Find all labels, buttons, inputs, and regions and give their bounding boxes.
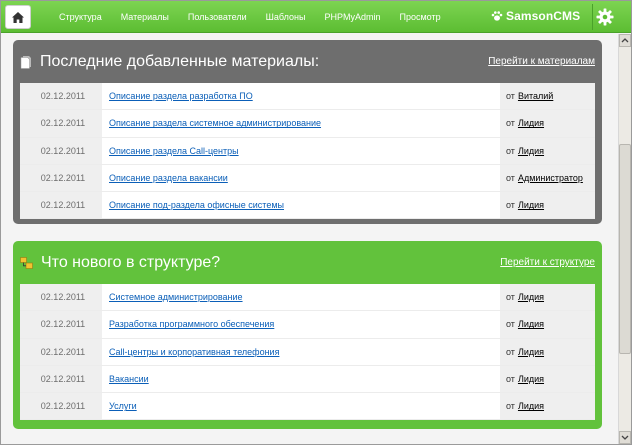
recent-materials-header: Последние добавленные материалы: Перейти…: [20, 40, 595, 83]
by-label: от: [506, 401, 515, 412]
material-link[interactable]: Описание раздела системное администриров…: [109, 118, 321, 128]
table-row: 02.12.2011 Вакансии от Лидия: [20, 365, 595, 394]
table-row: 02.12.2011 Разработка программного обесп…: [20, 311, 595, 339]
main-menu: Структура Материалы Пользователи Шаблоны…: [59, 1, 460, 33]
material-link[interactable]: Описание раздела разработка ПО: [109, 91, 253, 101]
author-link[interactable]: Лидия: [518, 118, 544, 128]
recent-materials-title: Последние добавленные материалы:: [40, 52, 320, 70]
author-link[interactable]: Виталий: [518, 91, 553, 101]
table-row: 02.12.2011 Описание раздела вакансии от А…: [20, 164, 595, 193]
row-date: 02.12.2011: [20, 83, 102, 110]
structure-news-table: 02.12.2011 Системное администрирование о…: [20, 284, 595, 421]
row-date: 02.12.2011: [20, 338, 102, 365]
by-label: от: [506, 145, 515, 156]
by-label: от: [506, 292, 515, 303]
structure-news-panel: Что нового в структуре? Перейти к структ…: [13, 241, 602, 429]
chevron-down-icon: [621, 435, 629, 440]
by-label: от: [506, 374, 515, 385]
row-date: 02.12.2011: [20, 137, 102, 164]
row-date: 02.12.2011: [20, 284, 102, 311]
structure-icon: [20, 256, 33, 269]
row-date: 02.12.2011: [20, 311, 102, 338]
top-navigation-bar: Структура Материалы Пользователи Шаблоны…: [1, 1, 631, 33]
material-link[interactable]: Описание раздела вакансии: [109, 173, 228, 183]
home-button[interactable]: [5, 5, 31, 29]
table-row: 02.12.2011 Описание раздела Call-центры …: [20, 137, 595, 165]
row-date: 02.12.2011: [20, 164, 102, 192]
author-link[interactable]: Лидия: [518, 374, 544, 384]
author-link[interactable]: Лидия: [518, 146, 544, 156]
table-row: 02.12.2011 Описание раздела системное ад…: [20, 110, 595, 138]
row-date: 02.12.2011: [20, 192, 102, 219]
by-label: от: [506, 319, 515, 330]
nav-item-phpmyadmin[interactable]: PHPMyAdmin: [324, 12, 380, 22]
settings-button[interactable]: [592, 4, 614, 30]
row-date: 02.12.2011: [20, 365, 102, 393]
table-row: 02.12.2011 Услуги от Лидия: [20, 393, 595, 421]
material-link[interactable]: Описание под-раздела офисные системы: [109, 200, 284, 210]
by-label: от: [506, 91, 515, 102]
material-link[interactable]: Описание раздела Call-центры: [109, 146, 239, 156]
nav-item-templates[interactable]: Шаблоны: [266, 12, 306, 22]
author-link[interactable]: Администратор: [518, 173, 583, 183]
table-row: 02.12.2011 Call-центры и корпоративная т…: [20, 338, 595, 366]
author-link[interactable]: Лидия: [518, 319, 544, 329]
home-icon: [12, 11, 24, 23]
go-to-structure-link[interactable]: Перейти к структуре: [500, 257, 595, 268]
structure-link[interactable]: Вакансии: [109, 374, 149, 384]
by-label: от: [506, 173, 515, 184]
by-label: от: [506, 118, 515, 129]
table-row: 02.12.2011 Системное администрирование о…: [20, 284, 595, 312]
row-date: 02.12.2011: [20, 110, 102, 137]
scroll-down-button[interactable]: [619, 431, 631, 444]
author-link[interactable]: Лидия: [518, 401, 544, 411]
author-link[interactable]: Лидия: [518, 292, 544, 302]
vertical-scrollbar[interactable]: [618, 34, 631, 444]
app-window: Структура Материалы Пользователи Шаблоны…: [0, 0, 632, 445]
by-label: от: [506, 200, 515, 211]
nav-item-preview[interactable]: Просмотр: [399, 12, 440, 22]
structure-news-title: Что нового в структуре?: [41, 253, 221, 271]
gear-icon: [596, 8, 613, 26]
author-link[interactable]: Лидия: [518, 347, 544, 357]
author-link[interactable]: Лидия: [518, 200, 544, 210]
brand-logo[interactable]: SamsonCMS: [491, 9, 580, 23]
scroll-up-button[interactable]: [619, 34, 631, 47]
structure-link[interactable]: Call-центры и корпоративная телефония: [109, 347, 279, 357]
scroll-thumb[interactable]: [619, 144, 631, 354]
go-to-materials-link[interactable]: Перейти к материалам: [488, 56, 595, 67]
nav-item-structure[interactable]: Структура: [59, 12, 102, 22]
nav-item-materials[interactable]: Материалы: [121, 12, 169, 22]
recent-materials-panel: Последние добавленные материалы: Перейти…: [13, 40, 602, 224]
structure-link[interactable]: Разработка программного обеспечения: [109, 319, 274, 329]
document-icon: [20, 55, 32, 69]
structure-link[interactable]: Системное администрирование: [109, 292, 243, 302]
brand-name: SamsonCMS: [506, 9, 581, 23]
paw-icon: [491, 11, 503, 21]
recent-materials-table: 02.12.2011 Описание раздела разработка П…: [20, 83, 595, 220]
structure-news-header: Что нового в структуре? Перейти к структ…: [20, 241, 595, 284]
nav-item-users[interactable]: Пользователи: [188, 12, 247, 22]
by-label: от: [506, 346, 515, 357]
table-row: 02.12.2011 Описание под-раздела офисные …: [20, 192, 595, 220]
row-date: 02.12.2011: [20, 393, 102, 420]
structure-link[interactable]: Услуги: [109, 401, 137, 411]
table-row: 02.12.2011 Описание раздела разработка П…: [20, 83, 595, 111]
chevron-up-icon: [621, 38, 629, 43]
